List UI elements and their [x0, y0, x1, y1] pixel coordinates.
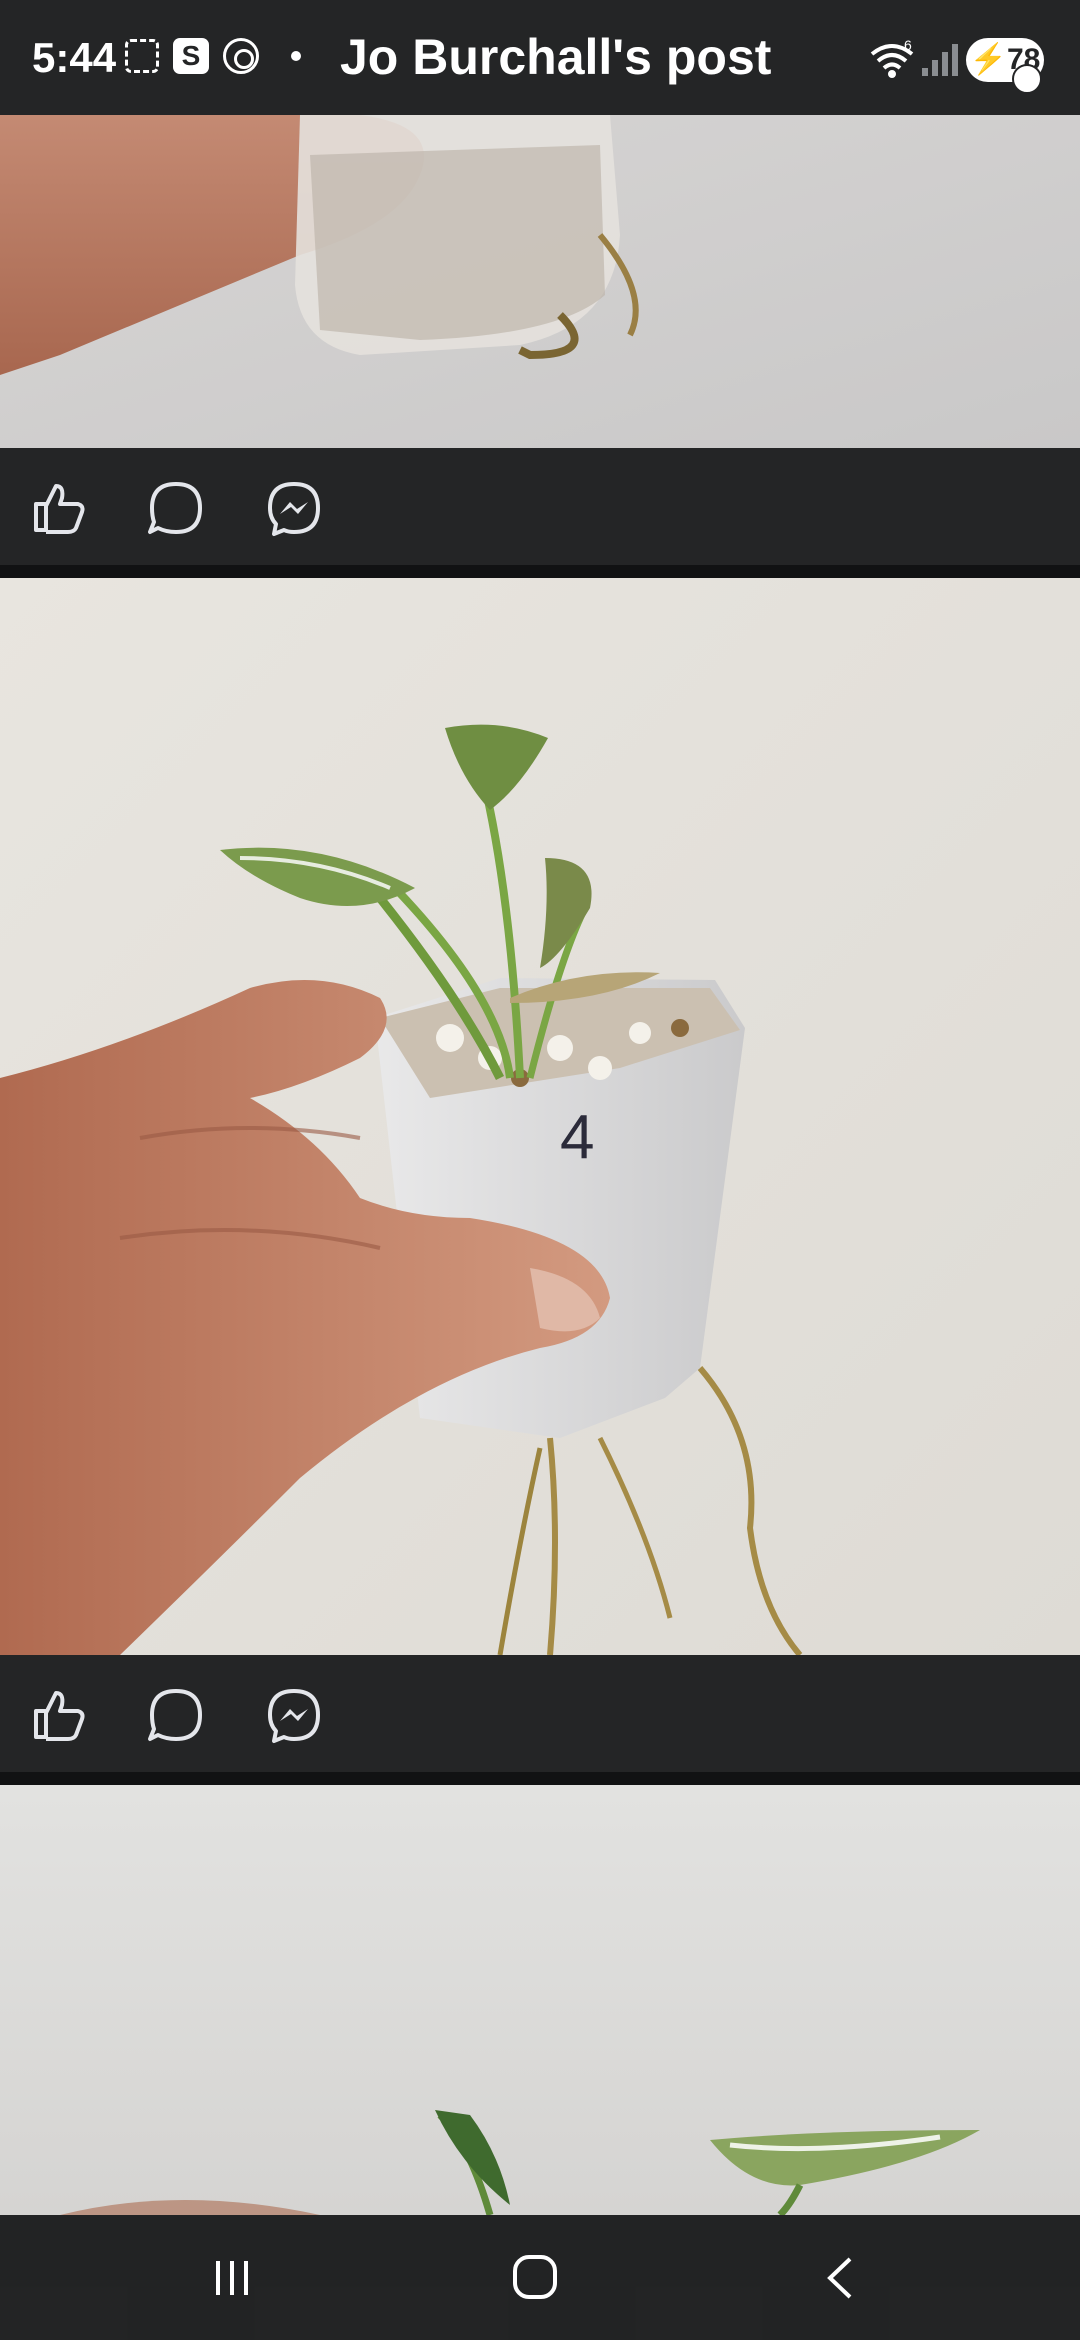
pot-label: 4 [560, 1103, 594, 1172]
post-photo-1[interactable] [0, 115, 1080, 448]
comment-icon[interactable] [146, 1685, 206, 1745]
avatar-check-icon [1012, 64, 1042, 94]
post-divider [0, 565, 1080, 578]
post-actions-2 [0, 1655, 1080, 1772]
svg-text:6: 6 [904, 40, 912, 53]
comment-icon[interactable] [146, 478, 206, 538]
status-time: 5:44 [32, 34, 117, 81]
s-app-icon: S [173, 38, 209, 74]
wifi-icon: 6 [870, 40, 914, 78]
back-icon[interactable] [810, 2253, 870, 2303]
notification-icons: S [125, 38, 301, 74]
page-title: Jo Burchall's post [340, 29, 772, 85]
like-icon[interactable] [28, 1685, 88, 1745]
messenger-icon[interactable] [264, 1685, 324, 1745]
more-notifications-dot-icon [291, 51, 301, 61]
threads-icon [223, 38, 259, 74]
recents-icon[interactable] [206, 2253, 266, 2303]
post-photo-2[interactable]: 4 [0, 578, 1080, 1655]
post-divider [0, 1772, 1080, 1785]
messenger-icon[interactable] [264, 478, 324, 538]
status-bar: 5:44 S Jo Burchall's post 6 ⚡78 [0, 0, 1080, 115]
post-actions-1 [0, 448, 1080, 565]
like-icon[interactable] [28, 478, 88, 538]
system-nav-bar [0, 2215, 1080, 2340]
screenshot-icon [125, 39, 159, 73]
signal-icon [922, 42, 958, 76]
home-icon[interactable] [505, 2253, 565, 2303]
post-photo-3[interactable] [0, 1785, 1080, 2215]
